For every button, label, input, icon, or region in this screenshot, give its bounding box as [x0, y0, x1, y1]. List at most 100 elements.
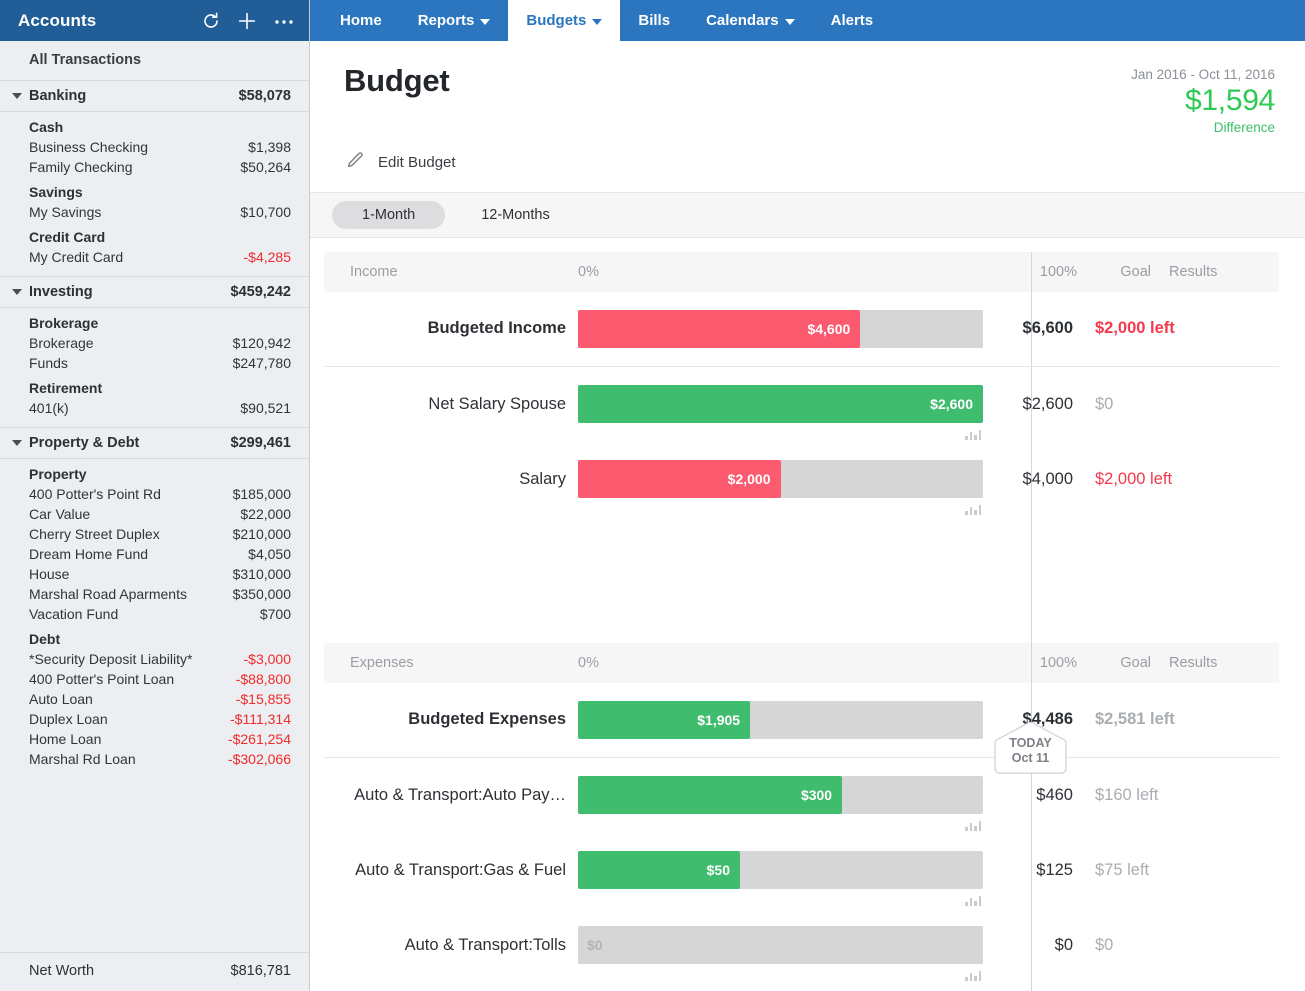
nav-item-alerts[interactable]: Alerts	[813, 0, 892, 41]
sidebar-account-row[interactable]: Duplex Loan -$111,314	[0, 709, 309, 729]
sidebar-title: Accounts	[18, 11, 96, 31]
budget-row[interactable]: Auto & Transport:Gas & Fuel$50$125$75 le…	[324, 833, 1279, 908]
bar-value: $4,600	[807, 321, 860, 337]
column-header-results: Results	[1151, 264, 1279, 280]
edit-budget-button[interactable]: Edit Budget	[344, 149, 1275, 176]
nav-item-label: Calendars	[706, 12, 779, 29]
account-name: Duplex Loan	[29, 711, 108, 727]
budget-row[interactable]: Budgeted Expenses$1,905$4,486$2,581 left	[324, 683, 1279, 758]
budget-row-result: $2,581 left	[1073, 710, 1213, 729]
account-name: Marshal Rd Loan	[29, 751, 136, 767]
bar-chart-icon[interactable]	[965, 970, 981, 981]
sidebar-subsection-label: Cash	[0, 112, 309, 137]
axis-tick-100: 100%	[1011, 655, 1077, 671]
period-option-12-months[interactable]: 12-Months	[451, 201, 580, 229]
sidebar-subsection-label: Property	[0, 459, 309, 484]
progress-track[interactable]: $2,600	[578, 385, 983, 423]
sidebar-subsection-label: Retirement	[0, 373, 309, 398]
bar-chart-icon[interactable]	[965, 429, 981, 440]
today-marker-line2: Oct 11	[994, 751, 1067, 766]
sidebar-account-row[interactable]: *Security Deposit Liability*-$3,000	[0, 649, 309, 669]
chevron-down-icon	[785, 19, 795, 25]
progress-track[interactable]: $50	[578, 851, 983, 889]
budget-row[interactable]: Auto & Transport:Auto Pay…$300$460$160 l…	[324, 758, 1279, 833]
sidebar-account-row[interactable]: House$310,000	[0, 564, 309, 584]
sidebar-account-row[interactable]: Marshal Road Aparments$350,000	[0, 584, 309, 604]
account-name: Auto Loan	[29, 691, 93, 707]
sidebar-account-row[interactable]: Business Checking$1,398	[0, 137, 309, 157]
sidebar-account-row[interactable]: Home Loan-$261,254	[0, 729, 309, 749]
budget-row-label: Budgeted Income	[324, 319, 578, 338]
progress-track[interactable]: $0	[578, 926, 983, 964]
sidebar-account-row[interactable]: 401(k)$90,521	[0, 398, 309, 418]
budget-row-result: $2,000 left	[1073, 470, 1213, 489]
progress-track[interactable]: $2,000	[578, 460, 983, 498]
edit-budget-label: Edit Budget	[378, 154, 456, 171]
progress-track[interactable]: $1,905	[578, 701, 983, 739]
budget-row[interactable]: Net Salary Spouse$2,600$2,600$0	[324, 367, 1279, 442]
sidebar-account-row[interactable]: 400 Potter's Point Loan-$88,800	[0, 669, 309, 689]
bar-chart-icon[interactable]	[965, 820, 981, 831]
sidebar-group-header[interactable]: Banking$58,078	[0, 80, 309, 112]
budget-row-goal: $460	[983, 786, 1073, 805]
chevron-down-icon[interactable]	[12, 289, 22, 295]
account-name: *Security Deposit Liability*	[29, 651, 192, 667]
nav-item-home[interactable]: Home	[322, 0, 400, 41]
nav-item-budgets[interactable]: Budgets	[508, 0, 620, 41]
budget-row-label: Budgeted Expenses	[324, 710, 578, 729]
refresh-icon[interactable]	[201, 11, 221, 31]
bar-value: $0	[587, 937, 603, 953]
budget-row[interactable]: Bills & Utilities$260$600$340 left	[324, 983, 1279, 991]
sidebar-account-row[interactable]: Funds$247,780	[0, 353, 309, 373]
sidebar-header-actions	[201, 11, 295, 31]
sidebar-account-row[interactable]: Marshal Rd Loan-$302,066	[0, 749, 309, 769]
sidebar-account-row[interactable]: Brokerage$120,942	[0, 333, 309, 353]
sidebar-item-all-transactions[interactable]: All Transactions	[0, 41, 309, 81]
main-panel: HomeReportsBudgetsBills Calendars Alerts B…	[310, 0, 1305, 991]
bar-value: $300	[801, 787, 842, 803]
chevron-down-icon[interactable]	[12, 93, 22, 99]
difference-label: Difference	[1131, 120, 1275, 135]
plus-icon[interactable]	[237, 11, 257, 31]
sidebar-account-row[interactable]: Family Checking$50,264	[0, 157, 309, 177]
budget-row[interactable]: Auto & Transport:Tolls$0$0$0	[324, 908, 1279, 983]
account-name: Vacation Fund	[29, 606, 118, 622]
sidebar-account-row[interactable]: My Savings$10,700	[0, 202, 309, 222]
sidebar-group-header[interactable]: Property & Debt$299,461	[0, 427, 309, 459]
nav-item-reports[interactable]: Reports	[400, 0, 509, 41]
budget-content: Income0%100%GoalResultsBudgeted Income$4…	[310, 238, 1305, 991]
bar-chart-icon[interactable]	[965, 895, 981, 906]
nav-item-bills[interactable]: Bills	[620, 0, 688, 41]
progress-track[interactable]: $4,600	[578, 310, 983, 348]
budget-section-header: Expenses0%100%GoalResults	[324, 643, 1279, 683]
budget-row[interactable]: Salary$2,000$4,000$2,000 left	[324, 442, 1279, 517]
budget-header: Budget Jan 2016 - Oct 11, 2016 $1,594 Di…	[310, 41, 1305, 192]
sidebar-account-row[interactable]: My Credit Card-$4,285	[0, 247, 309, 267]
budget-row-result: $2,000 left	[1073, 319, 1213, 338]
budget-row-label: Net Salary Spouse	[324, 395, 578, 414]
period-option-1-month[interactable]: 1-Month	[332, 201, 445, 229]
sidebar-account-row[interactable]: Dream Home Fund$4,050	[0, 544, 309, 564]
progress-track[interactable]: $300	[578, 776, 983, 814]
column-header-goal: Goal	[1077, 264, 1151, 280]
sidebar-account-row[interactable]: Car Value$22,000	[0, 504, 309, 524]
sidebar-account-row[interactable]: 400 Potter's Point Rd$185,000	[0, 484, 309, 504]
account-balance: $1,398	[240, 139, 291, 155]
column-header-results: Results	[1151, 655, 1279, 671]
chevron-down-icon[interactable]	[12, 440, 22, 446]
account-name: Family Checking	[29, 159, 132, 175]
bar-value: $2,600	[930, 396, 983, 412]
bar-chart-icon[interactable]	[965, 504, 981, 515]
account-balance: -$111,314	[222, 711, 291, 727]
account-balance: $10,700	[232, 204, 291, 220]
account-balance: $4,050	[240, 546, 291, 562]
budget-row[interactable]: Budgeted Income$4,600$6,600$2,000 left	[324, 292, 1279, 367]
sidebar-account-row[interactable]: Auto Loan-$15,855	[0, 689, 309, 709]
nav-item-calendars[interactable]: Calendars	[688, 0, 813, 41]
sidebar-account-row[interactable]: Cherry Street Duplex$210,000	[0, 524, 309, 544]
chevron-down-icon	[480, 19, 490, 25]
more-icon[interactable]	[273, 11, 295, 31]
bar-fill: $2,000	[578, 460, 781, 498]
sidebar-account-row[interactable]: Vacation Fund$700	[0, 604, 309, 624]
sidebar-group-header[interactable]: Investing$459,242	[0, 276, 309, 308]
